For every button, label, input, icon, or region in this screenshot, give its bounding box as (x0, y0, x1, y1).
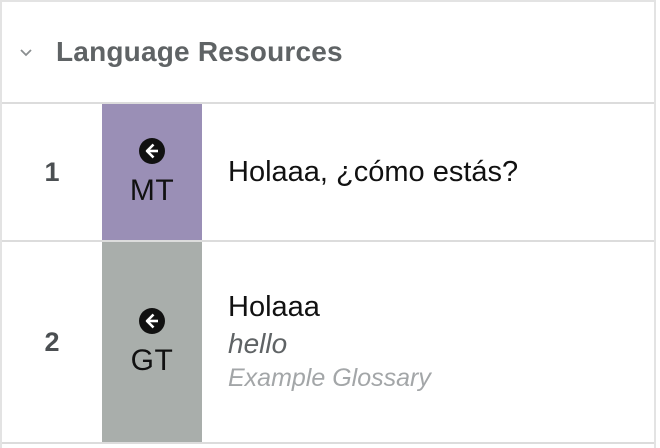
section-header[interactable]: Language Resources (2, 2, 654, 104)
section-title: Language Resources (56, 36, 343, 67)
resource-row[interactable]: 1 MT Holaaa, ¿cómo estás? (2, 104, 654, 242)
arrow-circle-left-icon (138, 137, 166, 170)
resource-row[interactable]: 2 GT Holaaa hello Example Glossary (2, 242, 654, 444)
mt-badge[interactable]: MT (102, 104, 202, 240)
translation-text: Holaaa, ¿cómo estás? (228, 155, 519, 188)
badge-label: GT (130, 343, 174, 377)
glossary-name: Example Glossary (228, 364, 431, 392)
arrow-circle-left-icon (138, 307, 166, 340)
gt-badge[interactable]: GT (102, 242, 202, 442)
row-number: 1 (44, 156, 60, 187)
language-resources-panel: Language Resources 1 MT Holaaa, ¿cómo es… (0, 0, 656, 448)
badge-label: MT (129, 173, 175, 207)
chevron-down-icon[interactable] (18, 44, 34, 60)
glossary-source-term: hello (228, 328, 288, 359)
glossary-target-text: Holaaa (228, 291, 320, 323)
row-number: 2 (44, 326, 60, 357)
resource-content: Holaaa hello Example Glossary (202, 242, 654, 442)
resource-content: Holaaa, ¿cómo estás? (202, 104, 654, 240)
